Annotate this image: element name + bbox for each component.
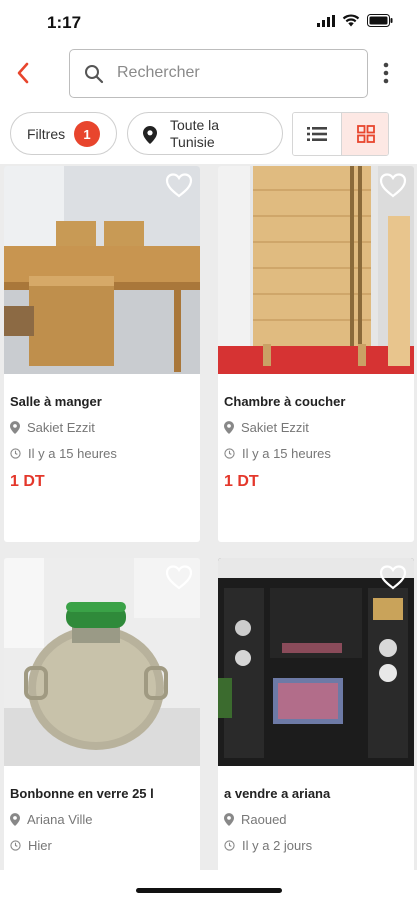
home-indicator-area: [0, 870, 417, 900]
listing-time-text: Il y a 2 jours: [242, 838, 313, 853]
filter-bar: Filtres 1 Toute la Tunisie: [0, 102, 417, 164]
listing-location: Sakiet Ezzit: [10, 420, 95, 435]
listing-time: Hier: [10, 838, 52, 853]
listing-time: Il y a 15 heures: [10, 446, 117, 461]
location-pin-icon: [224, 813, 234, 826]
status-icons: [317, 14, 393, 27]
listing-image: [4, 166, 200, 374]
listing-location: Sakiet Ezzit: [224, 420, 309, 435]
listing-card[interactable]: a vendre a ariana Raoued Il y a 2 jours: [218, 558, 414, 878]
listing-time: Il y a 15 heures: [224, 446, 331, 461]
home-indicator[interactable]: [136, 888, 282, 893]
listing-image: [218, 166, 414, 374]
more-vertical-icon: [383, 62, 389, 84]
list-view-button[interactable]: [293, 113, 341, 155]
listing-title: Salle à manger: [10, 394, 102, 409]
listing-time-text: Il y a 15 heures: [28, 446, 117, 461]
listing-price: 1 DT: [10, 473, 45, 490]
heart-outline-icon[interactable]: [378, 171, 408, 199]
listing-location: Ariana Ville: [10, 812, 93, 827]
location-filter-label: Toute la Tunisie: [170, 117, 220, 150]
clock-icon: [224, 448, 235, 459]
grid-view-button[interactable]: [341, 113, 388, 155]
location-pin-icon: [10, 813, 20, 826]
listing-card[interactable]: Bonbonne en verre 25 l Ariana Ville Hier: [4, 558, 200, 878]
listing-title: Bonbonne en verre 25 l: [10, 786, 154, 801]
more-options-button[interactable]: [378, 59, 394, 87]
clock-icon: [10, 448, 21, 459]
signal-icon: [317, 14, 335, 27]
clock-icon: [10, 840, 21, 851]
list-view-icon: [307, 127, 327, 141]
search-placeholder: Rechercher: [117, 64, 200, 81]
listing-location-text: Sakiet Ezzit: [241, 420, 309, 435]
listing-image: [218, 558, 414, 766]
listing-card[interactable]: Chambre à coucher Sakiet Ezzit Il y a 15…: [218, 166, 414, 542]
search-input[interactable]: Rechercher: [69, 49, 368, 98]
listing-time-text: Hier: [28, 838, 52, 853]
location-pin-icon: [143, 126, 157, 144]
listing-title: a vendre a ariana: [224, 786, 331, 801]
listing-location-text: Ariana Ville: [27, 812, 93, 827]
listing-image: [4, 558, 200, 766]
view-toggle: [292, 112, 389, 156]
listing-location-text: Sakiet Ezzit: [27, 420, 95, 435]
listing-time: Il y a 2 jours: [224, 838, 312, 853]
listing-price: 1 DT: [224, 473, 259, 490]
location-filter-button[interactable]: Toute la Tunisie: [127, 112, 283, 155]
filters-count-badge: 1: [74, 121, 100, 147]
app-header: Rechercher: [0, 46, 417, 102]
filters-label: Filtres: [27, 126, 66, 142]
listing-time-text: Il y a 15 heures: [242, 446, 331, 461]
listing-card[interactable]: Salle à manger Sakiet Ezzit Il y a 15 he…: [4, 166, 200, 542]
search-icon: [85, 65, 104, 84]
back-arrow-icon: [17, 62, 29, 84]
clock-icon: [224, 840, 235, 851]
location-pin-icon: [224, 421, 234, 434]
status-time: 1:17: [47, 13, 82, 32]
heart-outline-icon[interactable]: [164, 563, 194, 591]
listing-location-text: Raoued: [241, 812, 287, 827]
heart-outline-icon[interactable]: [378, 563, 408, 591]
heart-outline-icon[interactable]: [164, 171, 194, 199]
back-button[interactable]: [10, 60, 36, 86]
filters-button[interactable]: Filtres 1: [10, 112, 117, 155]
status-bar: 1:17: [0, 0, 417, 46]
location-pin-icon: [10, 421, 20, 434]
wifi-icon: [342, 14, 360, 27]
battery-icon: [367, 14, 393, 27]
grid-view-icon: [356, 125, 375, 143]
listing-title: Chambre à coucher: [224, 394, 346, 409]
listing-location: Raoued: [224, 812, 287, 827]
